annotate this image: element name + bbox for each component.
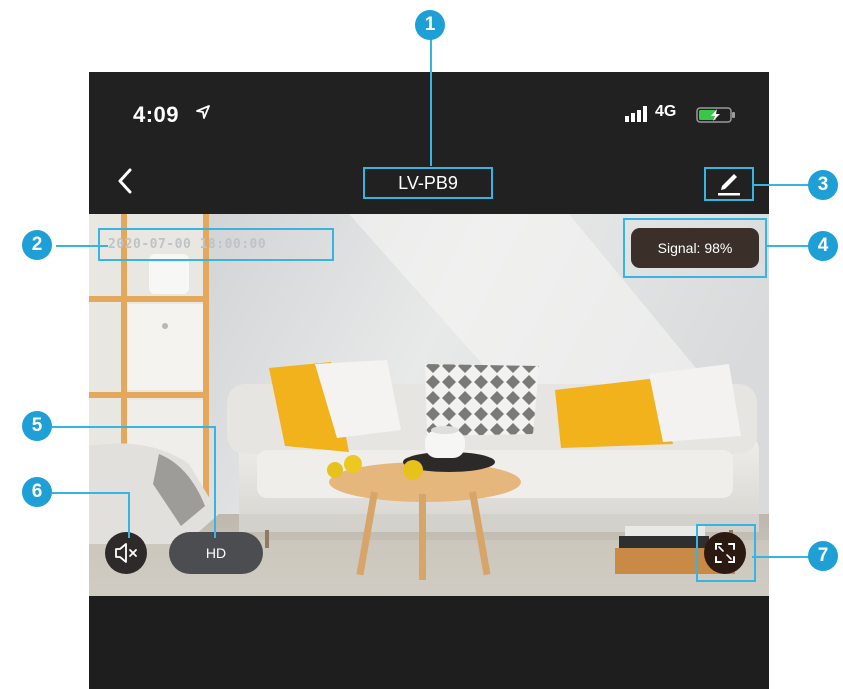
- speaker-mute-icon: [115, 543, 137, 563]
- status-time: 4:09: [133, 102, 180, 127]
- fullscreen-button[interactable]: [704, 532, 746, 574]
- hd-quality-button[interactable]: HD: [169, 532, 263, 574]
- callout-7: 7: [808, 541, 838, 571]
- callout-4-line: [767, 245, 810, 247]
- phone-screen: 4:09 4G LV-PB9 2020-07-00 18:00:00 Signa…: [89, 72, 769, 689]
- callout-5-line-v: [214, 426, 216, 538]
- signal-strength-box: Signal: 98%: [623, 218, 767, 278]
- back-chevron-icon: [118, 168, 132, 194]
- live-video-feed[interactable]: 2020-07-00 18:00:00 Signal: 98% HD: [89, 214, 769, 596]
- cellular-signal-icon: [625, 106, 647, 122]
- callout-2-line: [56, 245, 108, 247]
- location-arrow-icon: [196, 105, 210, 119]
- fullscreen-icon: [715, 543, 735, 563]
- mute-button[interactable]: [105, 532, 147, 574]
- callout-4: 4: [808, 231, 838, 261]
- edit-pencil-icon: [718, 174, 740, 196]
- callout-5: 5: [22, 411, 52, 441]
- callout-2: 2: [22, 230, 52, 260]
- battery-charging-icon: [696, 107, 735, 123]
- nav-bar: LV-PB9: [89, 148, 769, 214]
- callout-7-line: [752, 556, 810, 558]
- video-timestamp: 2020-07-00 18:00:00: [98, 228, 334, 261]
- callout-3: 3: [808, 170, 838, 200]
- status-bar: 4:09 4G: [89, 72, 769, 148]
- fullscreen-button-highlight[interactable]: [696, 524, 756, 582]
- edit-button[interactable]: [704, 167, 754, 201]
- callout-1: 1: [415, 10, 445, 40]
- callout-1-line: [430, 38, 432, 166]
- callout-6-line-v: [128, 492, 130, 538]
- callout-3-line: [754, 184, 810, 186]
- callout-6: 6: [22, 477, 52, 507]
- callout-5-line-h: [52, 426, 216, 428]
- back-button[interactable]: [111, 164, 141, 198]
- signal-strength-label: Signal: 98%: [631, 228, 759, 268]
- callout-6-line-h: [52, 492, 130, 494]
- network-type: 4G: [655, 103, 677, 120]
- camera-name-title: LV-PB9: [363, 167, 493, 199]
- bottom-panel: [89, 596, 769, 689]
